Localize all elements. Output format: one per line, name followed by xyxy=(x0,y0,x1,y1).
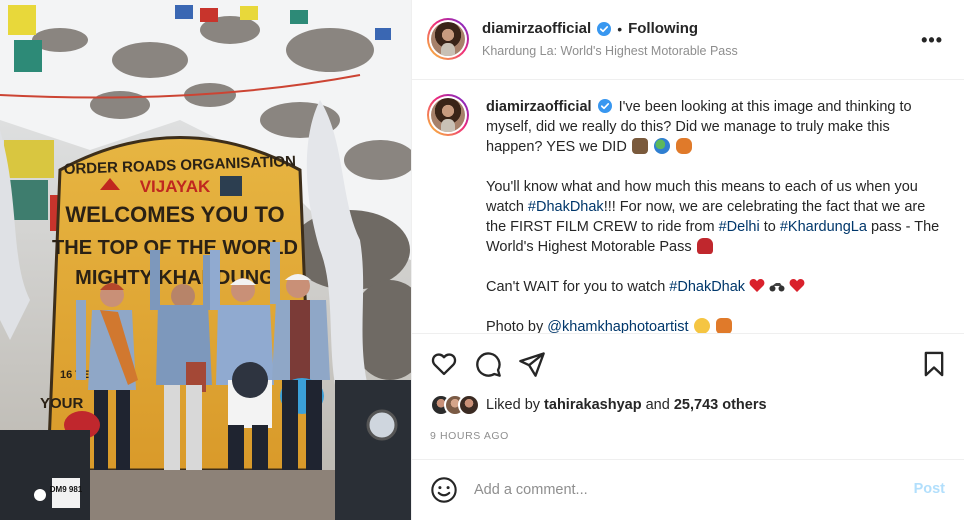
tiger-emoji-icon xyxy=(715,318,732,333)
caption-p4-text: Photo by xyxy=(486,319,544,333)
motorcycle-emoji-icon xyxy=(769,283,785,292)
more-options-icon[interactable]: ••• xyxy=(921,31,943,49)
liked-by-prefix: Liked by xyxy=(486,397,541,413)
caption-paragraph-3: Can't WAIT for you to watch #DhakDhak xyxy=(486,277,946,297)
caption-text: diamirzaofficial I've been looking at th… xyxy=(486,97,946,333)
likes-summary: Liked by tahirakashyap and 25,743 others xyxy=(430,394,767,416)
caption-paragraph-2: You'll know what and how much this means… xyxy=(486,177,946,257)
liked-by-text: Liked by tahirakashyap and 25,743 others xyxy=(486,397,767,413)
post-header: diamirzaofficial • Following Khardung La… xyxy=(412,0,964,80)
likes-count[interactable]: 25,743 others xyxy=(674,397,767,413)
verified-badge-icon xyxy=(597,21,612,36)
post-timestamp[interactable]: 9 HOURS AGO xyxy=(430,430,509,442)
hashtag-dhakdhak[interactable]: #DhakDhak xyxy=(528,199,604,215)
location-link[interactable]: Khardung La: World's Highest Motorable P… xyxy=(482,44,738,58)
hashtag-delhi[interactable]: #Delhi xyxy=(719,219,760,235)
caption-username[interactable]: diamirzaofficial xyxy=(486,99,592,115)
caption-avatar[interactable] xyxy=(427,94,469,136)
caption-p2-text-c: to xyxy=(763,219,776,235)
following-button[interactable]: Following xyxy=(628,20,698,37)
red-heart-emoji-icon xyxy=(789,279,805,292)
sign-text-line-2: VIJAYAK xyxy=(140,177,211,196)
emoji-icon[interactable] xyxy=(430,476,458,504)
comment-bar: Post xyxy=(412,459,964,520)
post-photo[interactable]: ORDER ROADS ORGANISATION VIJAYAK WELCOME… xyxy=(0,0,411,520)
liked-by-user[interactable]: tahirakashyap xyxy=(544,397,642,413)
header-user-row: diamirzaofficial • Following xyxy=(482,20,698,37)
bike-plate: DM9 981 xyxy=(50,485,83,494)
mention-photographer[interactable]: @khamkhaphotoartist xyxy=(547,319,688,333)
share-icon[interactable] xyxy=(518,350,546,378)
smile-emoji-icon xyxy=(693,318,710,333)
heart-icon[interactable] xyxy=(430,350,458,378)
sign-text-line-4: THE TOP OF THE WORLD xyxy=(52,237,298,259)
liked-by-and: and xyxy=(645,397,670,413)
sign-text-line-3: WELCOMES YOU TO xyxy=(65,202,284,227)
caption-paragraph-1: diamirzaofficial I've been looking at th… xyxy=(486,97,946,157)
caption-area: diamirzaofficial I've been looking at th… xyxy=(412,80,964,333)
post-comment-button[interactable]: Post xyxy=(914,481,945,497)
butterfly-emoji-icon xyxy=(675,138,692,154)
liker-avatar[interactable] xyxy=(458,394,480,416)
red-heart-emoji-icon xyxy=(749,279,765,292)
hashtag-khardungla[interactable]: #KhardungLa xyxy=(780,219,867,235)
sign-text-line-7: YOUR xyxy=(40,395,84,412)
header-avatar[interactable] xyxy=(427,18,469,60)
post-detail-panel: diamirzaofficial • Following Khardung La… xyxy=(411,0,964,520)
caption-paragraph-4: Photo by @khamkhaphotoartist xyxy=(486,317,946,333)
photo-illustration: ORDER ROADS ORGANISATION VIJAYAK WELCOME… xyxy=(0,0,411,520)
bookmark-icon[interactable] xyxy=(920,350,948,378)
dancer-emoji-icon xyxy=(696,238,713,254)
header-separator: • xyxy=(617,20,623,37)
verified-badge-icon xyxy=(597,99,612,113)
caption-p3-text: Can't WAIT for you to watch xyxy=(486,279,666,295)
header-username[interactable]: diamirzaofficial xyxy=(482,20,591,37)
comment-icon[interactable] xyxy=(474,350,502,378)
post-actions: Liked by tahirakashyap and 25,743 others… xyxy=(412,333,964,459)
hashtag-dhakdhak-2[interactable]: #DhakDhak xyxy=(669,279,745,295)
hands-emoji-icon xyxy=(631,138,648,154)
comment-input[interactable] xyxy=(474,477,894,503)
globe-emoji-icon xyxy=(653,138,670,154)
